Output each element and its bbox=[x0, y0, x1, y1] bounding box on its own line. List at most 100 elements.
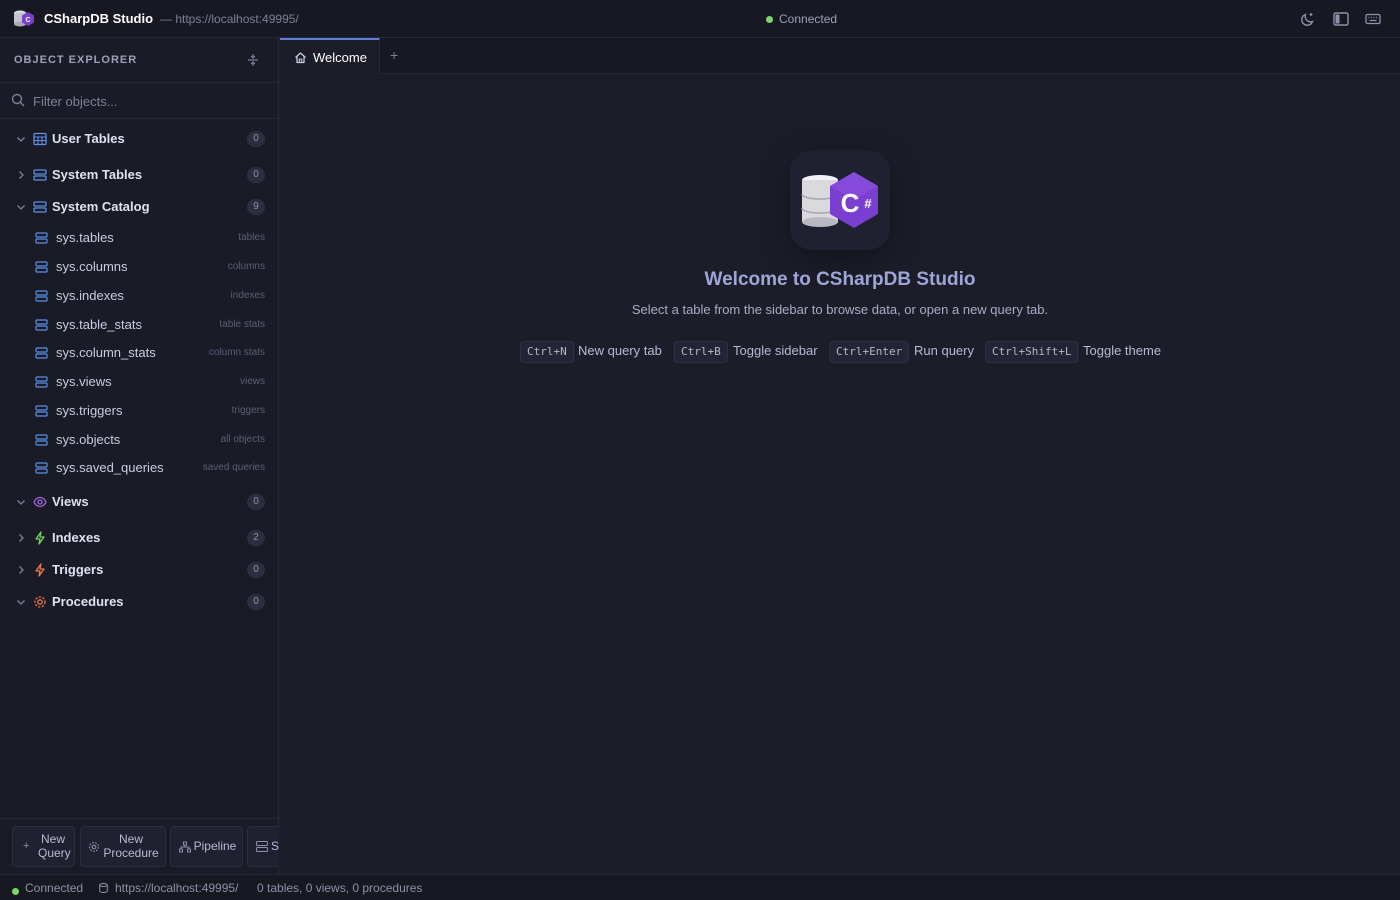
new-procedure-label-line2: Procedure bbox=[103, 846, 159, 860]
divider bbox=[0, 818, 279, 819]
welcome-subtitle: Select a table from the sidebar to brows… bbox=[631, 302, 1049, 317]
catalog-item-sys-indexes[interactable]: sys.indexes indexes bbox=[0, 285, 279, 307]
group-system-tables[interactable]: System Tables 0 bbox=[0, 163, 279, 187]
chevron-right-icon bbox=[19, 534, 24, 542]
gear-icon bbox=[89, 842, 99, 852]
chevron-down-icon bbox=[17, 600, 25, 605]
new-procedure-button[interactable]: New Procedure bbox=[80, 826, 166, 867]
tab-welcome[interactable]: Welcome bbox=[280, 38, 380, 74]
storage-button[interactable]: St bbox=[247, 826, 279, 867]
item-label: sys.objects bbox=[56, 432, 121, 447]
item-hint: all objects bbox=[220, 434, 265, 445]
welcome-logo: C # bbox=[790, 150, 890, 250]
shortcut-label: Toggle sidebar bbox=[733, 343, 818, 358]
item-hint: indexes bbox=[230, 290, 265, 301]
status-connection: Connected bbox=[25, 881, 84, 895]
chevron-right-icon bbox=[19, 566, 24, 574]
moon-icon bbox=[1301, 13, 1314, 26]
shortcut-label: New query tab bbox=[578, 343, 662, 358]
server-table-icon bbox=[35, 462, 48, 474]
svg-text:#: # bbox=[864, 196, 872, 211]
item-label: sys.columns bbox=[56, 259, 128, 274]
database-icon bbox=[99, 883, 108, 893]
app-logo-icon: C bbox=[14, 10, 34, 27]
status-url: https://localhost:49995/ bbox=[115, 881, 239, 895]
sidebar-toggle-button[interactable] bbox=[1332, 10, 1350, 28]
server-table-icon bbox=[35, 434, 48, 446]
group-label: System Tables bbox=[52, 167, 143, 182]
catalog-item-sys-tables[interactable]: sys.tables tables bbox=[0, 227, 279, 249]
app-url: — https://localhost:49995/ bbox=[160, 12, 299, 26]
theme-toggle-button[interactable] bbox=[1299, 10, 1317, 28]
new-procedure-label-line1: New bbox=[118, 832, 143, 846]
item-hint: columns bbox=[227, 261, 265, 272]
new-query-button[interactable]: + New Query bbox=[12, 826, 75, 867]
server-table-icon bbox=[35, 290, 48, 302]
group-views[interactable]: Views 0 bbox=[0, 490, 279, 514]
item-label: sys.table_stats bbox=[56, 317, 142, 332]
lightning-icon bbox=[35, 531, 45, 545]
server-table-icon bbox=[35, 405, 48, 417]
shortcut-key: Ctrl+N bbox=[520, 341, 574, 363]
filter-objects-input[interactable] bbox=[33, 92, 263, 110]
home-icon bbox=[295, 52, 306, 64]
catalog-item-sys-column-stats[interactable]: sys.column_stats column stats bbox=[0, 342, 279, 364]
tab-bar: Welcome + bbox=[280, 38, 1400, 74]
welcome-title: Welcome to CSharpDB Studio bbox=[704, 269, 976, 290]
plus-icon: + bbox=[23, 840, 30, 852]
server-table-icon bbox=[33, 169, 47, 181]
tab-label: Welcome bbox=[313, 50, 367, 65]
status-dot-icon bbox=[12, 888, 19, 895]
item-label: sys.triggers bbox=[56, 403, 123, 418]
catalog-item-sys-saved-queries[interactable]: sys.saved_queries saved queries bbox=[0, 457, 279, 479]
shortcuts-button[interactable] bbox=[1364, 10, 1382, 28]
app-title: CSharpDB Studio bbox=[44, 11, 154, 26]
catalog-item-sys-triggers[interactable]: sys.triggers triggers bbox=[0, 400, 279, 422]
server-table-icon bbox=[35, 232, 48, 244]
server-table-icon bbox=[35, 319, 48, 331]
server-table-icon bbox=[35, 347, 48, 359]
shortcut-key: Ctrl+B bbox=[674, 341, 728, 363]
count-badge: 0 bbox=[247, 562, 265, 578]
chevron-down-icon bbox=[17, 500, 25, 505]
sidebar-title: OBJECT EXPLORER bbox=[14, 54, 138, 66]
status-dot-icon bbox=[766, 15, 773, 23]
add-tab-button[interactable]: + bbox=[390, 47, 398, 63]
catalog-item-sys-objects[interactable]: sys.objects all objects bbox=[0, 429, 279, 451]
item-hint: tables bbox=[238, 232, 265, 243]
server-table-icon bbox=[33, 201, 47, 213]
count-badge: 2 bbox=[247, 530, 265, 546]
keyboard-icon bbox=[1365, 13, 1381, 25]
group-procedures[interactable]: Procedures 0 bbox=[0, 590, 279, 614]
svg-text:C: C bbox=[841, 188, 860, 218]
item-hint: views bbox=[239, 376, 265, 387]
server-table-icon bbox=[35, 376, 48, 388]
catalog-item-sys-table-stats[interactable]: sys.table_stats table stats bbox=[0, 314, 279, 336]
group-indexes[interactable]: Indexes 2 bbox=[0, 526, 279, 550]
search-icon bbox=[11, 93, 25, 107]
eye-icon bbox=[33, 496, 47, 508]
count-badge: 0 bbox=[247, 494, 265, 510]
group-user-tables[interactable]: User Tables 0 bbox=[0, 127, 279, 151]
status-bar: Connected https://localhost:49995/ 0 tab… bbox=[0, 874, 1400, 900]
item-hint: table stats bbox=[219, 319, 265, 330]
item-hint: saved queries bbox=[202, 462, 265, 473]
title-bar: C CSharpDB Studio — https://localhost:49… bbox=[0, 0, 1400, 38]
catalog-item-sys-columns[interactable]: sys.columns columns bbox=[0, 256, 279, 278]
group-triggers[interactable]: Triggers 0 bbox=[0, 558, 279, 582]
item-label: sys.indexes bbox=[56, 288, 124, 303]
collapse-all-icon[interactable] bbox=[246, 53, 260, 67]
group-label: User Tables bbox=[52, 131, 125, 146]
group-label: System Catalog bbox=[52, 199, 150, 214]
pipeline-button[interactable]: Pipeline bbox=[170, 826, 243, 867]
item-label: sys.tables bbox=[56, 230, 114, 245]
pipeline-label: Pipeline bbox=[193, 839, 237, 853]
catalog-item-sys-views[interactable]: sys.views views bbox=[0, 371, 279, 393]
pipeline-icon bbox=[179, 841, 191, 853]
panel-left-icon bbox=[1333, 12, 1349, 26]
shortcut-label: Run query bbox=[914, 343, 974, 358]
new-query-label-line1: New bbox=[40, 832, 65, 846]
new-query-label-line2: Query bbox=[38, 846, 71, 860]
item-label: sys.views bbox=[56, 374, 112, 389]
group-system-catalog[interactable]: System Catalog 9 bbox=[0, 195, 279, 219]
